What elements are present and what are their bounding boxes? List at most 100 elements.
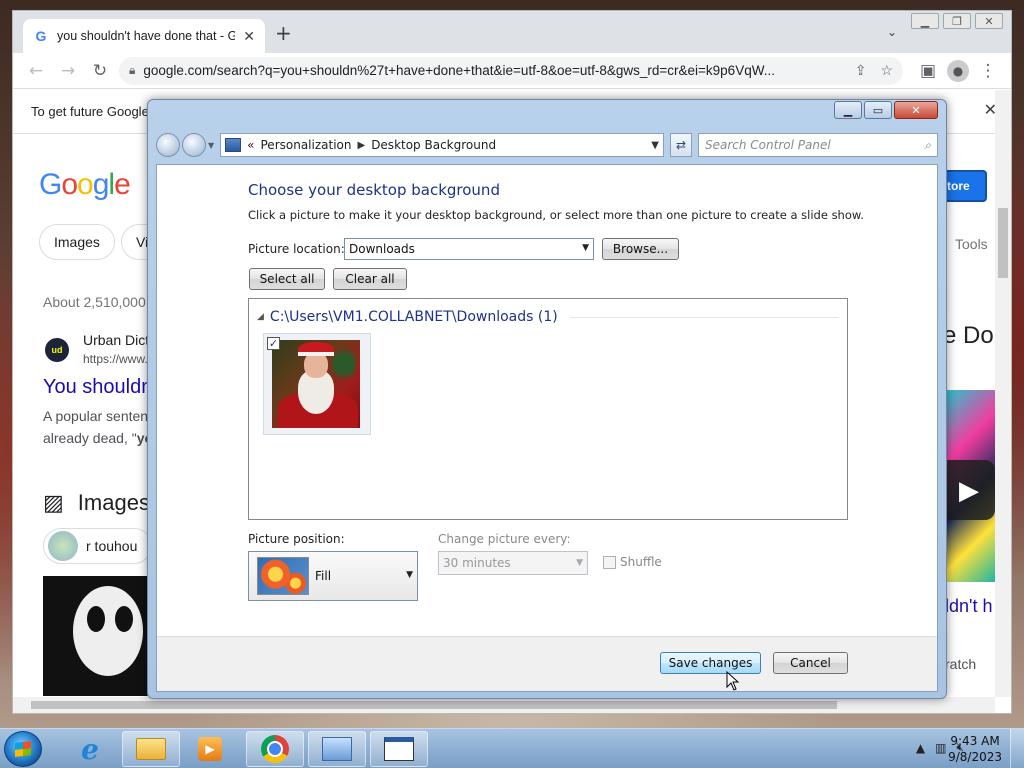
browse-button[interactable]: Browse... [602, 238, 679, 260]
checkbox-box[interactable] [603, 555, 616, 569]
control-panel-icon [322, 737, 352, 761]
minimize-button[interactable]: ▁ [911, 13, 939, 29]
images-section-heading: ▨ Images [43, 490, 150, 515]
address-bar[interactable]: 🔒︎ google.com/search?q=you+shouldn%27t+h… [119, 56, 903, 85]
chevron-down-icon: ▼ [582, 243, 589, 253]
lock-icon[interactable]: 🔒︎ [129, 63, 135, 78]
start-button[interactable] [4, 731, 42, 767]
vertical-scrollbar[interactable] [995, 90, 1011, 697]
share-icon[interactable]: ⇪ [855, 62, 867, 79]
show-hidden-icons-icon[interactable]: ▲ [916, 741, 925, 755]
refresh-icon[interactable]: ⇄ [670, 133, 692, 157]
picture-position-label: Picture position: [248, 532, 345, 546]
urban-dictionary-icon: ud [45, 338, 69, 362]
breadcrumb-arrow-icon[interactable]: ▶ [357, 140, 365, 151]
chrome-window-controls: ▁ ❐ ✕ [911, 13, 1003, 29]
change-picture-label: Change picture every: [438, 532, 571, 546]
dialog-window-controls: ▁ ▭ ✕ [834, 101, 938, 119]
bookmark-star-icon[interactable]: ☆ [880, 62, 893, 79]
taskbar-file-explorer[interactable] [122, 731, 180, 767]
new-tab-button[interactable]: + [275, 23, 292, 43]
play-icon[interactable]: ▶ [943, 460, 995, 520]
clock-time: 9:43 AM [950, 734, 1000, 748]
chip-thumbnail [48, 531, 78, 561]
cancel-button[interactable]: Cancel [773, 652, 848, 674]
maximize-button[interactable]: ▭ [864, 101, 892, 119]
clear-all-button[interactable]: Clear all [333, 268, 407, 290]
google-logo[interactable]: Google [39, 168, 131, 202]
fill-preview-icon [257, 557, 309, 595]
control-panel-icon [225, 138, 242, 152]
image-icon: ▨ [43, 490, 64, 515]
forward-orb-icon[interactable] [182, 133, 206, 157]
browser-tab[interactable]: G you shouldn't have done that - G ✕ [23, 19, 265, 53]
recent-pages-chevron-icon[interactable]: ▼ [208, 141, 214, 150]
shuffle-checkbox[interactable]: Shuffle [603, 555, 662, 569]
video-source: ratch [945, 656, 977, 672]
chip-images[interactable]: Images [39, 224, 115, 260]
thumbnail-checkbox[interactable]: ✓ [267, 337, 280, 350]
save-changes-button[interactable]: Save changes [660, 652, 761, 674]
network-icon[interactable]: ▥ [935, 741, 946, 755]
santa-image [272, 340, 360, 428]
search-icon[interactable]: ⌕ [924, 138, 931, 153]
restore-button[interactable]: ❐ [943, 13, 971, 29]
taskbar-window[interactable] [370, 731, 428, 767]
minimize-button[interactable]: ▁ [834, 101, 862, 119]
windows-logo-icon [15, 741, 31, 757]
result-title-link[interactable]: You shouldn [43, 376, 152, 399]
taskbar-control-panel[interactable] [308, 731, 366, 767]
horizontal-scrollbar[interactable] [13, 697, 995, 713]
breadcrumb-personalization[interactable]: Personalization [261, 138, 352, 152]
side-panel-icon[interactable]: ▣ [915, 58, 941, 84]
pictures-list[interactable]: ◢ C:\Users\VM1.COLLABNET\Downloads (1) ✓ [248, 298, 848, 520]
close-window-button[interactable]: ✕ [975, 13, 1003, 29]
back-orb-icon[interactable] [156, 133, 180, 157]
breadcrumb-desktop-background[interactable]: Desktop Background [371, 138, 496, 152]
breadcrumb-overflow[interactable]: « [247, 138, 254, 152]
infobar-text: To get future Google [31, 104, 149, 119]
clock-date: 9/8/2023 [948, 750, 1002, 764]
tab-close-icon[interactable]: ✕ [243, 28, 255, 45]
picture-position-select[interactable]: Fill ▼ [248, 551, 418, 601]
picture-location-select[interactable]: Downloads ▼ [344, 238, 594, 260]
image-filter-chip[interactable]: r touhou [43, 528, 153, 564]
address-dropdown-icon[interactable]: ▼ [651, 140, 659, 151]
page-title: Choose your desktop background [248, 181, 500, 199]
taskbar-chrome[interactable] [246, 731, 304, 767]
folder-icon [136, 738, 166, 760]
change-interval-select[interactable]: 30 minutes ▼ [438, 551, 588, 575]
browser-toolbar: ← → ↻ 🔒︎ google.com/search?q=you+shouldn… [13, 53, 1011, 89]
taskbar-internet-explorer[interactable]: e [64, 731, 116, 767]
tab-strip: G you shouldn't have done that - G ✕ + ⌄… [13, 11, 1011, 53]
tools-button[interactable]: Tools [955, 236, 988, 252]
tab-search-chevron-icon[interactable]: ⌄ [887, 25, 897, 39]
taskbar-media-player[interactable]: ▶ [184, 731, 236, 767]
back-arrow-icon[interactable]: ← [23, 58, 49, 84]
select-all-button[interactable]: Select all [249, 268, 325, 290]
profile-avatar-icon[interactable]: ● [947, 59, 969, 82]
image-result-thumbnail[interactable] [43, 576, 149, 696]
folder-group-header[interactable]: ◢ C:\Users\VM1.COLLABNET\Downloads (1) [257, 309, 839, 325]
search-control-panel-input[interactable]: Search Control Panel ⌕ [698, 133, 938, 157]
reload-icon[interactable]: ↻ [87, 58, 113, 84]
clock[interactable]: 9:43 AM 9/8/2023 [948, 733, 1002, 765]
google-favicon-icon: G [35, 28, 47, 44]
forward-arrow-icon[interactable]: → [55, 58, 81, 84]
collapse-triangle-icon[interactable]: ◢ [257, 312, 264, 322]
dialog-footer: Save changes Cancel [157, 636, 937, 691]
menu-kebab-icon[interactable]: ⋮ [975, 58, 1001, 84]
breadcrumb[interactable]: « Personalization ▶ Desktop Background ▼ [220, 133, 664, 157]
wallpaper-thumbnail[interactable]: ✓ [263, 333, 371, 435]
page-description: Click a picture to make it your desktop … [248, 208, 864, 222]
result-site-url[interactable]: https://www. [83, 352, 148, 366]
show-desktop-button[interactable] [1010, 729, 1024, 768]
video-title-link[interactable]: ldn't h [945, 596, 992, 617]
close-button[interactable]: ✕ [894, 101, 938, 119]
url-text[interactable]: google.com/search?q=you+shouldn%27t+have… [143, 63, 846, 78]
taskbar: e ▶ ▲ ▥ 🔇︎ 9:43 AM 9/8/2023 [0, 728, 1024, 768]
chevron-down-icon: ▼ [576, 558, 583, 568]
chrome-icon [261, 735, 289, 763]
result-site-name[interactable]: Urban Dict [83, 332, 149, 348]
media-player-icon: ▶ [198, 737, 222, 761]
